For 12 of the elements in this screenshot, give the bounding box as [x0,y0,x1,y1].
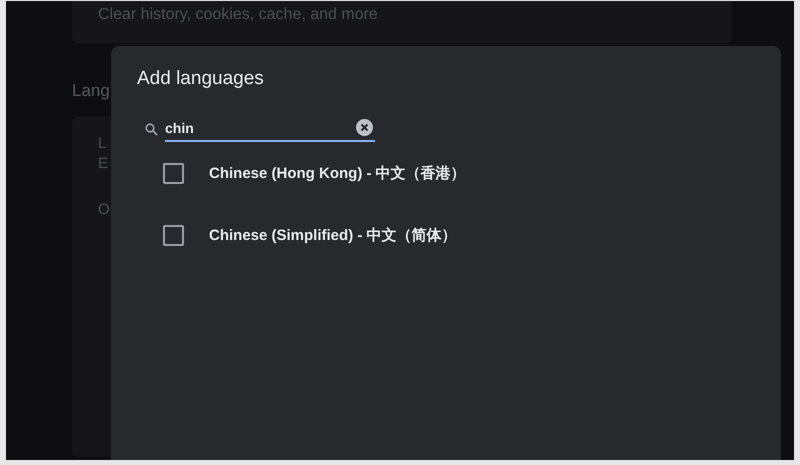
dialog-title: Add languages [137,68,265,91]
section-heading: Lang [72,81,111,102]
language-option[interactable]: Chinese (Simplified) - 中文（简体） [209,226,457,244]
language-option[interactable]: Chinese (Hong Kong) - 中文（香港） [209,164,466,182]
card-text: E [98,155,108,174]
clear-icon[interactable] [356,119,373,136]
checkbox[interactable] [163,162,184,184]
card-text: L [98,135,106,154]
card-text: O [98,201,110,218]
checkbox[interactable] [163,224,184,246]
card-text: Clear history, cookies, cache, and more [98,5,379,25]
search-icon [145,122,158,136]
